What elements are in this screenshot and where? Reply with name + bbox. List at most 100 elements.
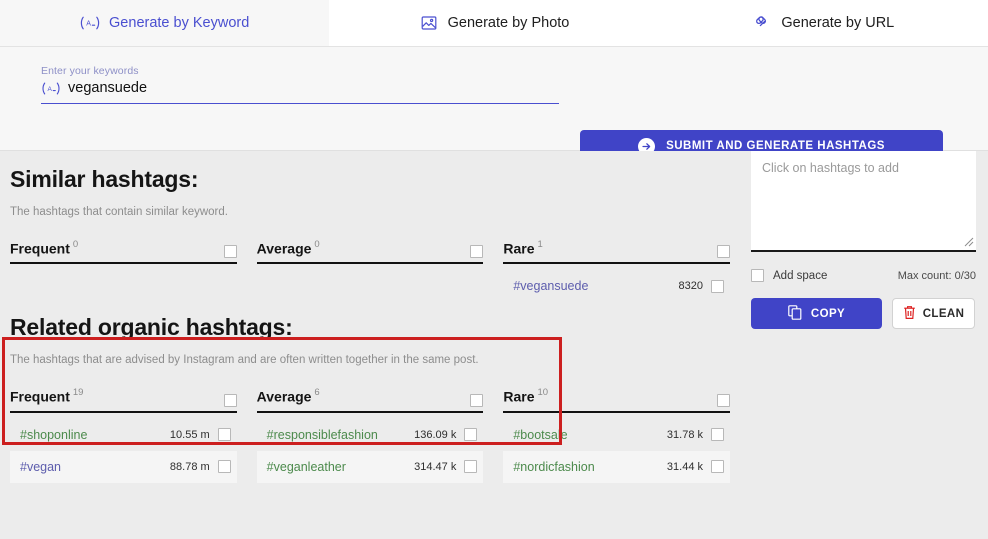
- list-item[interactable]: #nordicfashion 31.44 k: [503, 450, 731, 483]
- hashtag-checkbox[interactable]: [711, 279, 725, 293]
- selected-hashtags-panel: Add space Max count: 0/30 COPY: [751, 151, 976, 329]
- tag-column-rare: #bootsale 31.78 k #nordicfashion 31.44 k: [503, 419, 731, 483]
- similar-tag-columns: #vegansuede 8320: [10, 270, 730, 302]
- column-header-text: Rare 10: [503, 387, 549, 405]
- hashtag-count: 10.55 m: [169, 428, 210, 441]
- similar-hashtags-section: Similar hashtags: The hashtags that cont…: [0, 151, 740, 302]
- column-header-rare: Rare 1: [503, 239, 731, 265]
- hashtag-count: 136.09 k: [414, 428, 457, 441]
- hashtag-checkbox[interactable]: [464, 460, 478, 474]
- selected-hashtags-textarea[interactable]: [751, 151, 976, 252]
- hashtag-link[interactable]: #vegan: [20, 460, 61, 474]
- tab-label: Generate by Photo: [447, 15, 570, 31]
- tag-column-rare: #vegansuede 8320: [503, 270, 730, 302]
- add-space-option[interactable]: Add space: [751, 269, 827, 282]
- select-all-checkbox-frequent[interactable]: [223, 245, 237, 259]
- hashtag-link[interactable]: #responsiblefashion: [267, 428, 378, 442]
- hashtag-link[interactable]: #nordicfashion: [513, 460, 594, 474]
- hashtag-link[interactable]: #veganleather: [267, 460, 346, 474]
- tab-generate-by-photo[interactable]: Generate by Photo: [329, 0, 659, 46]
- clean-button[interactable]: CLEAN: [892, 298, 975, 329]
- tab-bar: A Generate by Keyword Generate by Photo …: [0, 0, 988, 47]
- results-left-column: Similar hashtags: The hashtags that cont…: [0, 151, 740, 483]
- column-header-text: Frequent 19: [10, 387, 84, 405]
- column-header-text: Frequent 0: [10, 239, 79, 257]
- select-all-checkbox-average[interactable]: [470, 245, 484, 259]
- panel-button-row: COPY CLEAN: [751, 298, 976, 329]
- list-item[interactable]: #responsiblefashion 136.09 k: [257, 419, 484, 451]
- hashtag-checkbox[interactable]: [711, 428, 725, 442]
- list-item[interactable]: #bootsale 31.78 k: [503, 419, 730, 451]
- list-item-right: 88.78 m: [169, 460, 231, 474]
- link-icon: [752, 13, 772, 33]
- list-item-right: 31.44 k: [666, 460, 725, 474]
- svg-text:A: A: [47, 86, 52, 93]
- copy-icon: [788, 304, 802, 323]
- hashtag-checkbox[interactable]: [464, 428, 478, 442]
- similar-hashtags-subtitle: The hashtags that contain similar keywor…: [10, 206, 228, 218]
- add-space-label: Add space: [773, 269, 828, 282]
- copy-button-label: COPY: [810, 307, 846, 320]
- tag-column-average: #responsiblefashion 136.09 k #veganleath…: [256, 419, 484, 483]
- column-header-frequent: Frequent 0: [10, 239, 237, 265]
- keyword-input-row[interactable]: A vegansuede: [41, 80, 559, 104]
- list-item-right: 8320: [678, 279, 725, 293]
- select-all-checkbox-rare[interactable]: [717, 245, 731, 259]
- select-all-checkbox-frequent[interactable]: [223, 393, 237, 407]
- list-item[interactable]: #vegan 88.78 m: [10, 450, 237, 483]
- tag-column-frequent: [10, 270, 237, 302]
- column-header-average: Average 0: [256, 239, 484, 265]
- related-hashtags-section: Related organic hashtags: The hashtags t…: [0, 302, 740, 483]
- tag-column-frequent: #shoponline 10.55 m #vegan 88.78 m: [10, 419, 237, 483]
- hashtag-link[interactable]: #shoponline: [20, 428, 87, 442]
- list-item[interactable]: #shoponline 10.55 m: [10, 419, 237, 451]
- search-form-panel: Enter your keywords A vegansuede SUBMIT …: [0, 47, 988, 162]
- trash-icon: [903, 305, 916, 323]
- hashtag-link[interactable]: #bootsale: [513, 428, 567, 442]
- hashtag-count: 31.44 k: [666, 460, 704, 473]
- tab-label: Generate by URL: [781, 15, 895, 31]
- list-item[interactable]: #veganleather 314.47 k: [256, 450, 484, 483]
- list-item-right: 31.78 k: [666, 428, 725, 442]
- list-item[interactable]: #vegansuede 8320: [503, 270, 730, 302]
- column-header-frequent: Frequent 19: [10, 387, 237, 413]
- panel-options-row: Add space Max count: 0/30: [751, 269, 976, 282]
- hashtag-checkbox[interactable]: [217, 428, 231, 442]
- keyword-input-value[interactable]: vegansuede: [68, 80, 147, 97]
- similar-column-headers: Frequent 0 Average 0 Rare 1: [10, 239, 731, 265]
- hashtag-checkbox[interactable]: [217, 460, 231, 474]
- tag-column-average: [257, 270, 484, 302]
- related-column-headers: Frequent 19 Average 6 Rare 10: [10, 387, 731, 413]
- results-body: Similar hashtags: The hashtags that cont…: [0, 151, 988, 539]
- column-header-average: Average 6: [256, 387, 484, 413]
- select-all-checkbox-average[interactable]: [470, 393, 484, 407]
- keyword-field-group: Enter your keywords A vegansuede: [41, 65, 559, 104]
- list-item-right: 314.47 k: [414, 460, 478, 474]
- column-header-rare: Rare 10: [503, 387, 731, 413]
- keyword-icon: A: [41, 82, 61, 95]
- svg-text:A: A: [86, 21, 91, 28]
- list-item-right: 10.55 m: [169, 428, 231, 442]
- keyword-field-label: Enter your keywords: [41, 65, 139, 77]
- hashtag-count: 88.78 m: [169, 460, 210, 473]
- tab-generate-by-keyword[interactable]: A Generate by Keyword: [0, 0, 330, 46]
- add-space-checkbox[interactable]: [751, 269, 764, 282]
- tab-label: Generate by Keyword: [109, 15, 250, 31]
- hashtag-checkbox[interactable]: [711, 460, 725, 474]
- list-item-right: 136.09 k: [414, 428, 478, 442]
- related-tag-columns: #shoponline 10.55 m #vegan 88.78 m #resp…: [10, 419, 731, 483]
- related-hashtags-subtitle: The hashtags that are advised by Instagr…: [10, 354, 479, 367]
- tab-generate-by-url[interactable]: Generate by URL: [658, 0, 988, 46]
- photo-icon: [419, 13, 439, 33]
- hashtag-link[interactable]: #vegansuede: [513, 279, 588, 293]
- hashtag-count: 31.78 k: [666, 428, 704, 441]
- column-header-text: Average 0: [256, 239, 320, 257]
- select-all-checkbox-rare[interactable]: [717, 393, 731, 407]
- hashtag-count: 8320: [678, 280, 704, 293]
- column-header-text: Rare 1: [503, 239, 543, 257]
- hashtag-count: 314.47 k: [414, 460, 457, 473]
- copy-button[interactable]: COPY: [751, 298, 882, 329]
- related-hashtags-title: Related organic hashtags:: [10, 314, 293, 341]
- keyword-icon: A: [80, 13, 100, 33]
- column-header-text: Average 6: [256, 387, 320, 405]
